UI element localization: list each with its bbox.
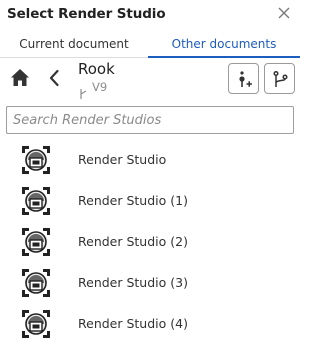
render-studio-icon: [22, 228, 50, 256]
search-field[interactable]: [6, 106, 294, 134]
tab-bar: Current document Other documents: [0, 33, 300, 58]
list-item[interactable]: Render Studio (2): [0, 222, 300, 263]
tab-other-documents[interactable]: Other documents: [148, 33, 300, 58]
render-studio-icon: [22, 146, 50, 174]
branch-icon: [273, 70, 288, 87]
dialog-title: Select Render Studio: [7, 6, 166, 22]
list-item-label: Render Studio (1): [78, 193, 188, 208]
insert-button[interactable]: [228, 63, 259, 94]
insert-icon: [239, 71, 252, 87]
document-name: Rook: [78, 60, 115, 78]
render-studio-icon: [22, 310, 50, 338]
list-item[interactable]: Render Studio (1): [0, 181, 300, 222]
list-item-label: Render Studio: [78, 152, 167, 167]
tab-current-document[interactable]: Current document: [0, 33, 148, 58]
list-item-label: Render Studio (3): [78, 275, 188, 290]
document-nav: Rook V9: [0, 58, 300, 100]
search-input[interactable]: [7, 107, 293, 133]
branch-button[interactable]: [264, 63, 295, 94]
version-icon: [79, 84, 88, 99]
back-chevron-icon[interactable]: [48, 69, 60, 87]
list-item[interactable]: Render Studio (3): [0, 263, 300, 304]
home-icon[interactable]: [10, 68, 30, 87]
version-label: V9: [92, 80, 108, 94]
list-item[interactable]: Render Studio (4): [0, 304, 300, 345]
close-icon[interactable]: [276, 5, 292, 21]
render-studio-icon: [22, 269, 50, 297]
dialog-header: Select Render Studio: [0, 0, 300, 31]
render-studio-list: Render Studio Render Studio (1) Render S…: [0, 140, 300, 345]
list-item-label: Render Studio (4): [78, 316, 188, 331]
list-item-label: Render Studio (2): [78, 234, 188, 249]
list-item[interactable]: Render Studio: [0, 140, 300, 181]
render-studio-icon: [22, 187, 50, 215]
